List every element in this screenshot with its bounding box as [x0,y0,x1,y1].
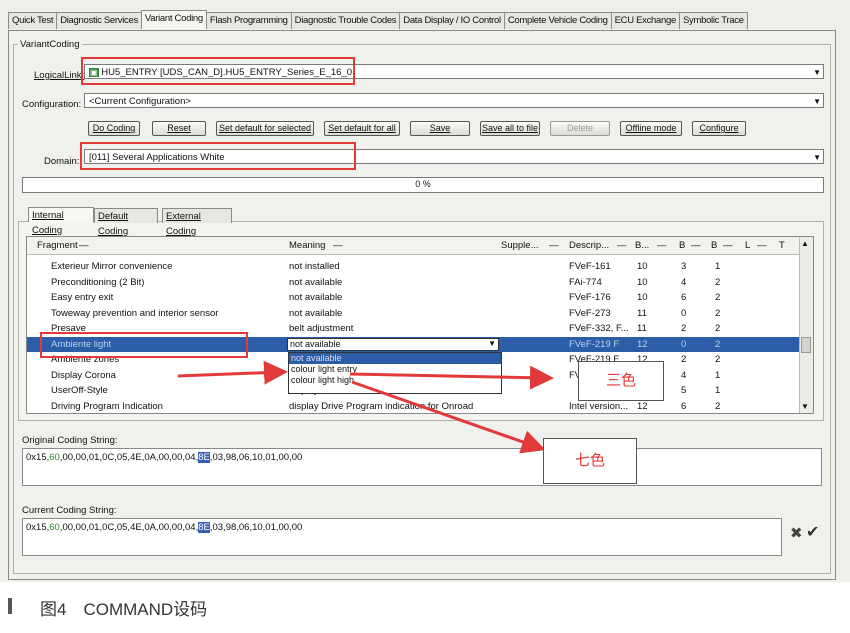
arrow-to-three-colors [349,365,554,390]
arrow-to-option [177,360,288,385]
arrow-to-seven-colors [351,380,546,454]
caption-bar [8,598,12,614]
figure-caption: 图4 COMMAND设码 [40,600,208,619]
callout-three-colors: 三色 [578,361,664,401]
annotation-arrows [177,360,554,454]
screenshot: Quick Test Diagnostic Services Variant C… [0,0,850,582]
callout-seven-colors: 七色 [543,438,637,484]
